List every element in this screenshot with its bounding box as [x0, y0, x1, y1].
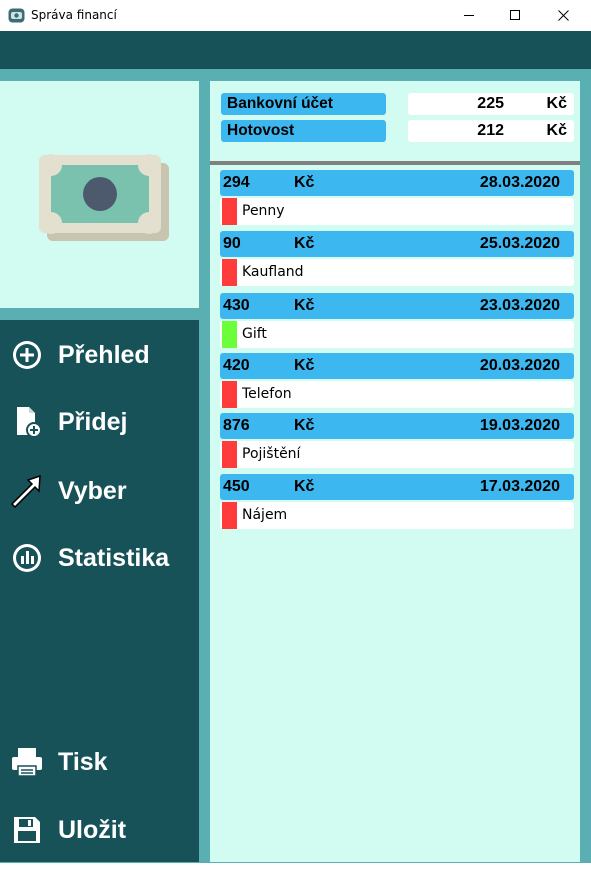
top-bar [0, 31, 591, 69]
arrow-cursor-icon [10, 474, 41, 508]
transaction-header: 430 Kč 23.03.2020 [220, 293, 574, 319]
transaction-body: Pojištění [220, 441, 574, 468]
nav-label-prehled: Přehled [58, 340, 150, 369]
transaction-date: 17.03.2020 [479, 478, 560, 495]
transaction-item[interactable]: 876 Kč 19.03.2020 Pojištění [220, 413, 574, 468]
account-balance: 212 Kč [408, 120, 574, 142]
transaction-header: 294 Kč 28.03.2020 [220, 170, 574, 196]
maximize-button[interactable] [492, 0, 538, 31]
transaction-item[interactable]: 420 Kč 20.03.2020 Telefon [220, 353, 574, 408]
nav-item-statistika[interactable]: Statistika [10, 538, 169, 578]
transaction-amount: 90 [223, 235, 241, 252]
maximize-icon [509, 10, 520, 20]
nav-item-tisk[interactable]: Tisk [10, 742, 108, 782]
expense-marker [222, 198, 237, 225]
window-title: Správa financí [31, 8, 117, 22]
app-icon [8, 8, 25, 23]
transaction-date: 19.03.2020 [479, 417, 560, 434]
transaction-name: Pojištění [242, 446, 301, 462]
transaction-currency: Kč [294, 357, 315, 374]
transaction-amount: 430 [223, 297, 250, 314]
nav-item-pridej[interactable]: Přidej [10, 402, 127, 442]
file-add-icon [17, 407, 42, 438]
stats-circle-icon [13, 544, 41, 572]
nav-item-ulozit[interactable]: Uložit [10, 810, 126, 850]
transaction-amount: 876 [223, 417, 250, 434]
transaction-currency: Kč [294, 478, 315, 495]
transaction-amount: 420 [223, 357, 250, 374]
account-currency: Kč [546, 122, 567, 139]
transaction-item[interactable]: 90 Kč 25.03.2020 Kaufland [220, 231, 574, 286]
nav-item-vyber[interactable]: Vyber [10, 471, 127, 511]
transaction-body: Penny [220, 198, 574, 225]
expense-marker [222, 381, 237, 408]
transaction-item[interactable]: 294 Kč 28.03.2020 Penny [220, 170, 574, 225]
transaction-name: Kaufland [242, 264, 304, 280]
transaction-body: Telefon [220, 381, 574, 408]
sidebar-nav: Přehled Přidej Vyber Statistika Tisk Ulo… [0, 320, 199, 862]
nav-label-pridej: Přidej [58, 407, 128, 436]
divider [210, 161, 580, 165]
account-name: Bankovní účet [221, 93, 386, 115]
expense-marker [222, 259, 237, 286]
close-icon [557, 10, 569, 21]
transaction-header: 90 Kč 25.03.2020 [220, 231, 574, 257]
transaction-date: 20.03.2020 [479, 357, 560, 374]
transaction-currency: Kč [294, 235, 315, 252]
window-titlebar: Správa financí [0, 0, 591, 31]
transaction-currency: Kč [294, 297, 315, 314]
nav-item-prehled[interactable]: Přehled [10, 335, 150, 375]
nav-label-statistika: Statistika [58, 543, 170, 572]
floppy-disk-icon [14, 817, 40, 843]
transaction-date: 25.03.2020 [479, 235, 560, 252]
transaction-body: Nájem [220, 502, 574, 529]
transaction-amount: 450 [223, 478, 250, 495]
income-marker [222, 321, 237, 348]
transaction-header: 876 Kč 19.03.2020 [220, 413, 574, 439]
account-balance: 225 Kč [408, 93, 574, 115]
transaction-name: Penny [242, 203, 285, 219]
bottom-strip [0, 863, 591, 876]
expense-marker [222, 502, 237, 529]
transaction-currency: Kč [294, 417, 315, 434]
minimize-icon [463, 15, 474, 16]
nav-label-tisk: Tisk [58, 747, 108, 776]
transaction-header: 420 Kč 20.03.2020 [220, 353, 574, 379]
money-logo-icon [39, 154, 169, 241]
account-row[interactable]: Bankovní účet 225 Kč [221, 93, 574, 115]
minimize-button[interactable] [446, 0, 492, 31]
transaction-name: Gift [242, 326, 267, 342]
account-currency: Kč [546, 95, 567, 112]
transaction-date: 28.03.2020 [479, 174, 560, 191]
transaction-item[interactable]: 450 Kč 17.03.2020 Nájem [220, 474, 574, 529]
transaction-currency: Kč [294, 174, 315, 191]
transaction-body: Kaufland [220, 259, 574, 286]
nav-label-ulozit: Uložit [58, 815, 127, 844]
account-amount: 212 [477, 122, 504, 139]
account-amount: 225 [477, 95, 504, 112]
transaction-header: 450 Kč 17.03.2020 [220, 474, 574, 500]
printer-icon [12, 748, 42, 777]
plus-circle-icon [13, 341, 41, 369]
expense-marker [222, 441, 237, 468]
transaction-item[interactable]: 430 Kč 23.03.2020 Gift [220, 293, 574, 348]
transaction-body: Gift [220, 321, 574, 348]
close-button[interactable] [540, 0, 586, 31]
account-row[interactable]: Hotovost 212 Kč [221, 120, 574, 142]
account-name: Hotovost [221, 120, 386, 142]
transaction-date: 23.03.2020 [479, 297, 560, 314]
transaction-amount: 294 [223, 174, 250, 191]
nav-label-vyber: Vyber [58, 476, 127, 505]
overview-panel: Bankovní účet 225 Kč Hotovost 212 Kč 294… [210, 81, 580, 862]
logo-panel [0, 81, 199, 308]
transaction-name: Telefon [242, 386, 292, 402]
transaction-name: Nájem [242, 507, 288, 523]
